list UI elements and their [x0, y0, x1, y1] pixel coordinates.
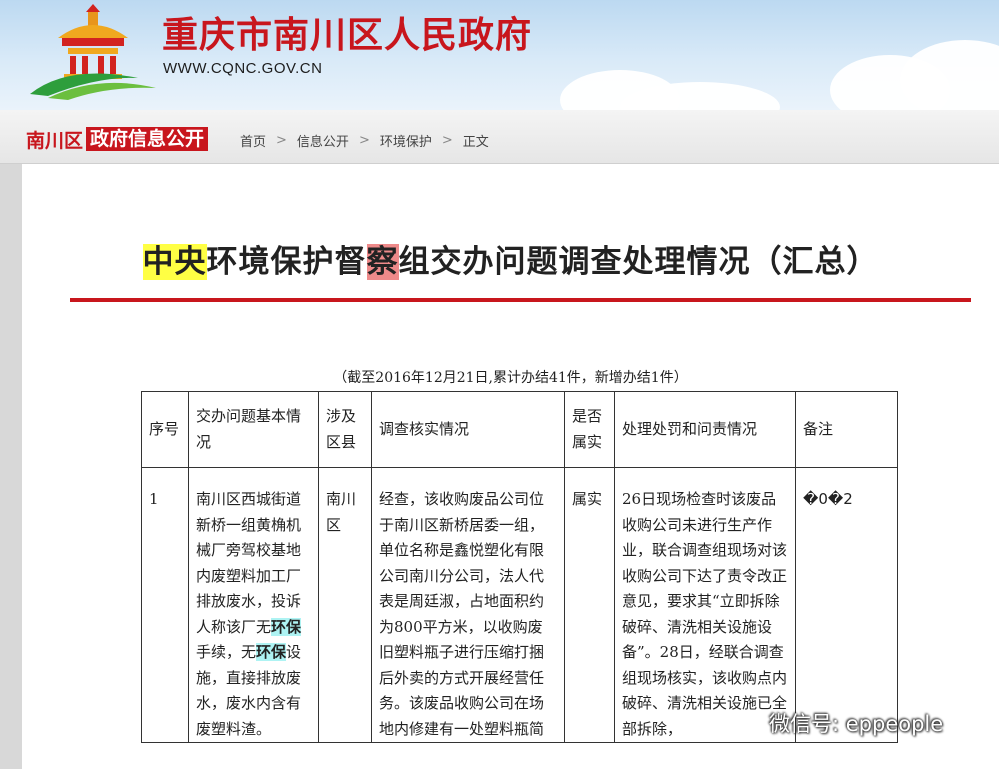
- government-logo[interactable]: [28, 4, 158, 100]
- brand-district: 南川区: [26, 129, 84, 152]
- brand-section: 政府信息公开: [86, 127, 209, 151]
- site-url[interactable]: WWW.CQNC.GOV.CN: [163, 60, 322, 77]
- title-divider: [70, 298, 971, 302]
- breadcrumb: 首页 > 信息公开 > 环境保护 > 正文: [240, 131, 489, 150]
- summary-note: （截至2016年12月21日,累计办结41件，新增办结1件）: [333, 370, 688, 386]
- chevron-right-icon: >: [358, 133, 370, 148]
- chevron-right-icon: >: [276, 133, 287, 148]
- col-header-district: 涉及区县: [318, 391, 372, 468]
- cell-remarks: �0�2: [795, 467, 898, 743]
- breadcrumb-home[interactable]: 首页: [240, 131, 266, 150]
- title-text: 组交办问题调查处理情况（汇总）: [398, 244, 879, 280]
- col-header-issue: 交办问题基本情况: [188, 391, 319, 468]
- breadcrumb-environment[interactable]: 环境保护: [380, 131, 432, 150]
- breadcrumb-current: 正文: [462, 135, 489, 150]
- keyword-highlight: 环保: [271, 617, 302, 636]
- title-highlight: 察: [366, 244, 399, 280]
- page-title: 中央环境保护督察组交办问题调查处理情况（汇总）: [22, 236, 999, 281]
- col-header-investigation: 调查核实情况: [371, 391, 565, 468]
- table-header-row: 序号 交办问题基本情况 涉及区县 调查核实情况 是否属实 处理处罚和问责情况 备…: [141, 391, 898, 468]
- cell-is-true: 属实: [564, 467, 615, 743]
- issues-table: 序号 交办问题基本情况 涉及区县 调查核实情况 是否属实 处理处罚和问责情况 备…: [141, 391, 898, 743]
- section-brand[interactable]: 南川区 政府信息公开: [26, 127, 209, 152]
- title-highlight: 中央: [142, 244, 207, 280]
- wechat-icon: [735, 711, 764, 734]
- cloud-decoration: [900, 40, 999, 110]
- cell-issue: 南川区西城街道新桥一组黄桷机械厂旁驾校基地内废塑料加工厂排放废水，投诉人称该厂无…: [188, 467, 319, 743]
- watermark-text: 微信号: eppeople: [769, 712, 944, 736]
- col-header-index: 序号: [141, 391, 189, 468]
- title-text: 环境保护督: [206, 244, 367, 280]
- col-header-is-true: 是否属实: [564, 391, 615, 468]
- col-header-remarks: 备注: [795, 391, 898, 468]
- article-panel: 中央环境保护督察组交办问题调查处理情况（汇总） （截至2016年12月21日,累…: [22, 164, 999, 769]
- keyword-highlight: 环保: [256, 643, 287, 661]
- site-banner: 重庆市南川区人民政府 WWW.CQNC.GOV.CN: [0, 0, 999, 110]
- col-header-handling: 处理处罚和问责情况: [614, 391, 796, 468]
- chevron-right-icon: >: [441, 133, 453, 148]
- issue-text: 南川区西城街道新桥一组黄桷机械厂旁驾校基地内废塑料加工厂排放废水，投诉人称该厂无: [196, 490, 302, 636]
- table-row: 1 南川区西城街道新桥一组黄桷机械厂旁驾校基地内废塑料加工厂排放废水，投诉人称该…: [141, 467, 898, 743]
- nav-bar: 南川区 政府信息公开 首页 > 信息公开 > 环境保护 > 正文: [0, 110, 999, 164]
- site-title: 重庆市南川区人民政府: [162, 15, 533, 56]
- cell-district: 南川区: [318, 467, 372, 743]
- cell-handling: 26日现场检查时该废品收购公司未进行生产作业，联合调查组现场对该收购公司下达了责…: [614, 467, 796, 743]
- issue-text: 手续，无: [196, 643, 257, 661]
- breadcrumb-info-disclosure[interactable]: 信息公开: [297, 131, 349, 150]
- cell-index: 1: [141, 467, 189, 743]
- wechat-watermark: 微信号: eppeople: [735, 708, 943, 738]
- cell-investigation: 经查，该收购废品公司位于南川区新桥居委一组，单位名称是鑫悦塑化有限公司南川分公司…: [371, 467, 565, 743]
